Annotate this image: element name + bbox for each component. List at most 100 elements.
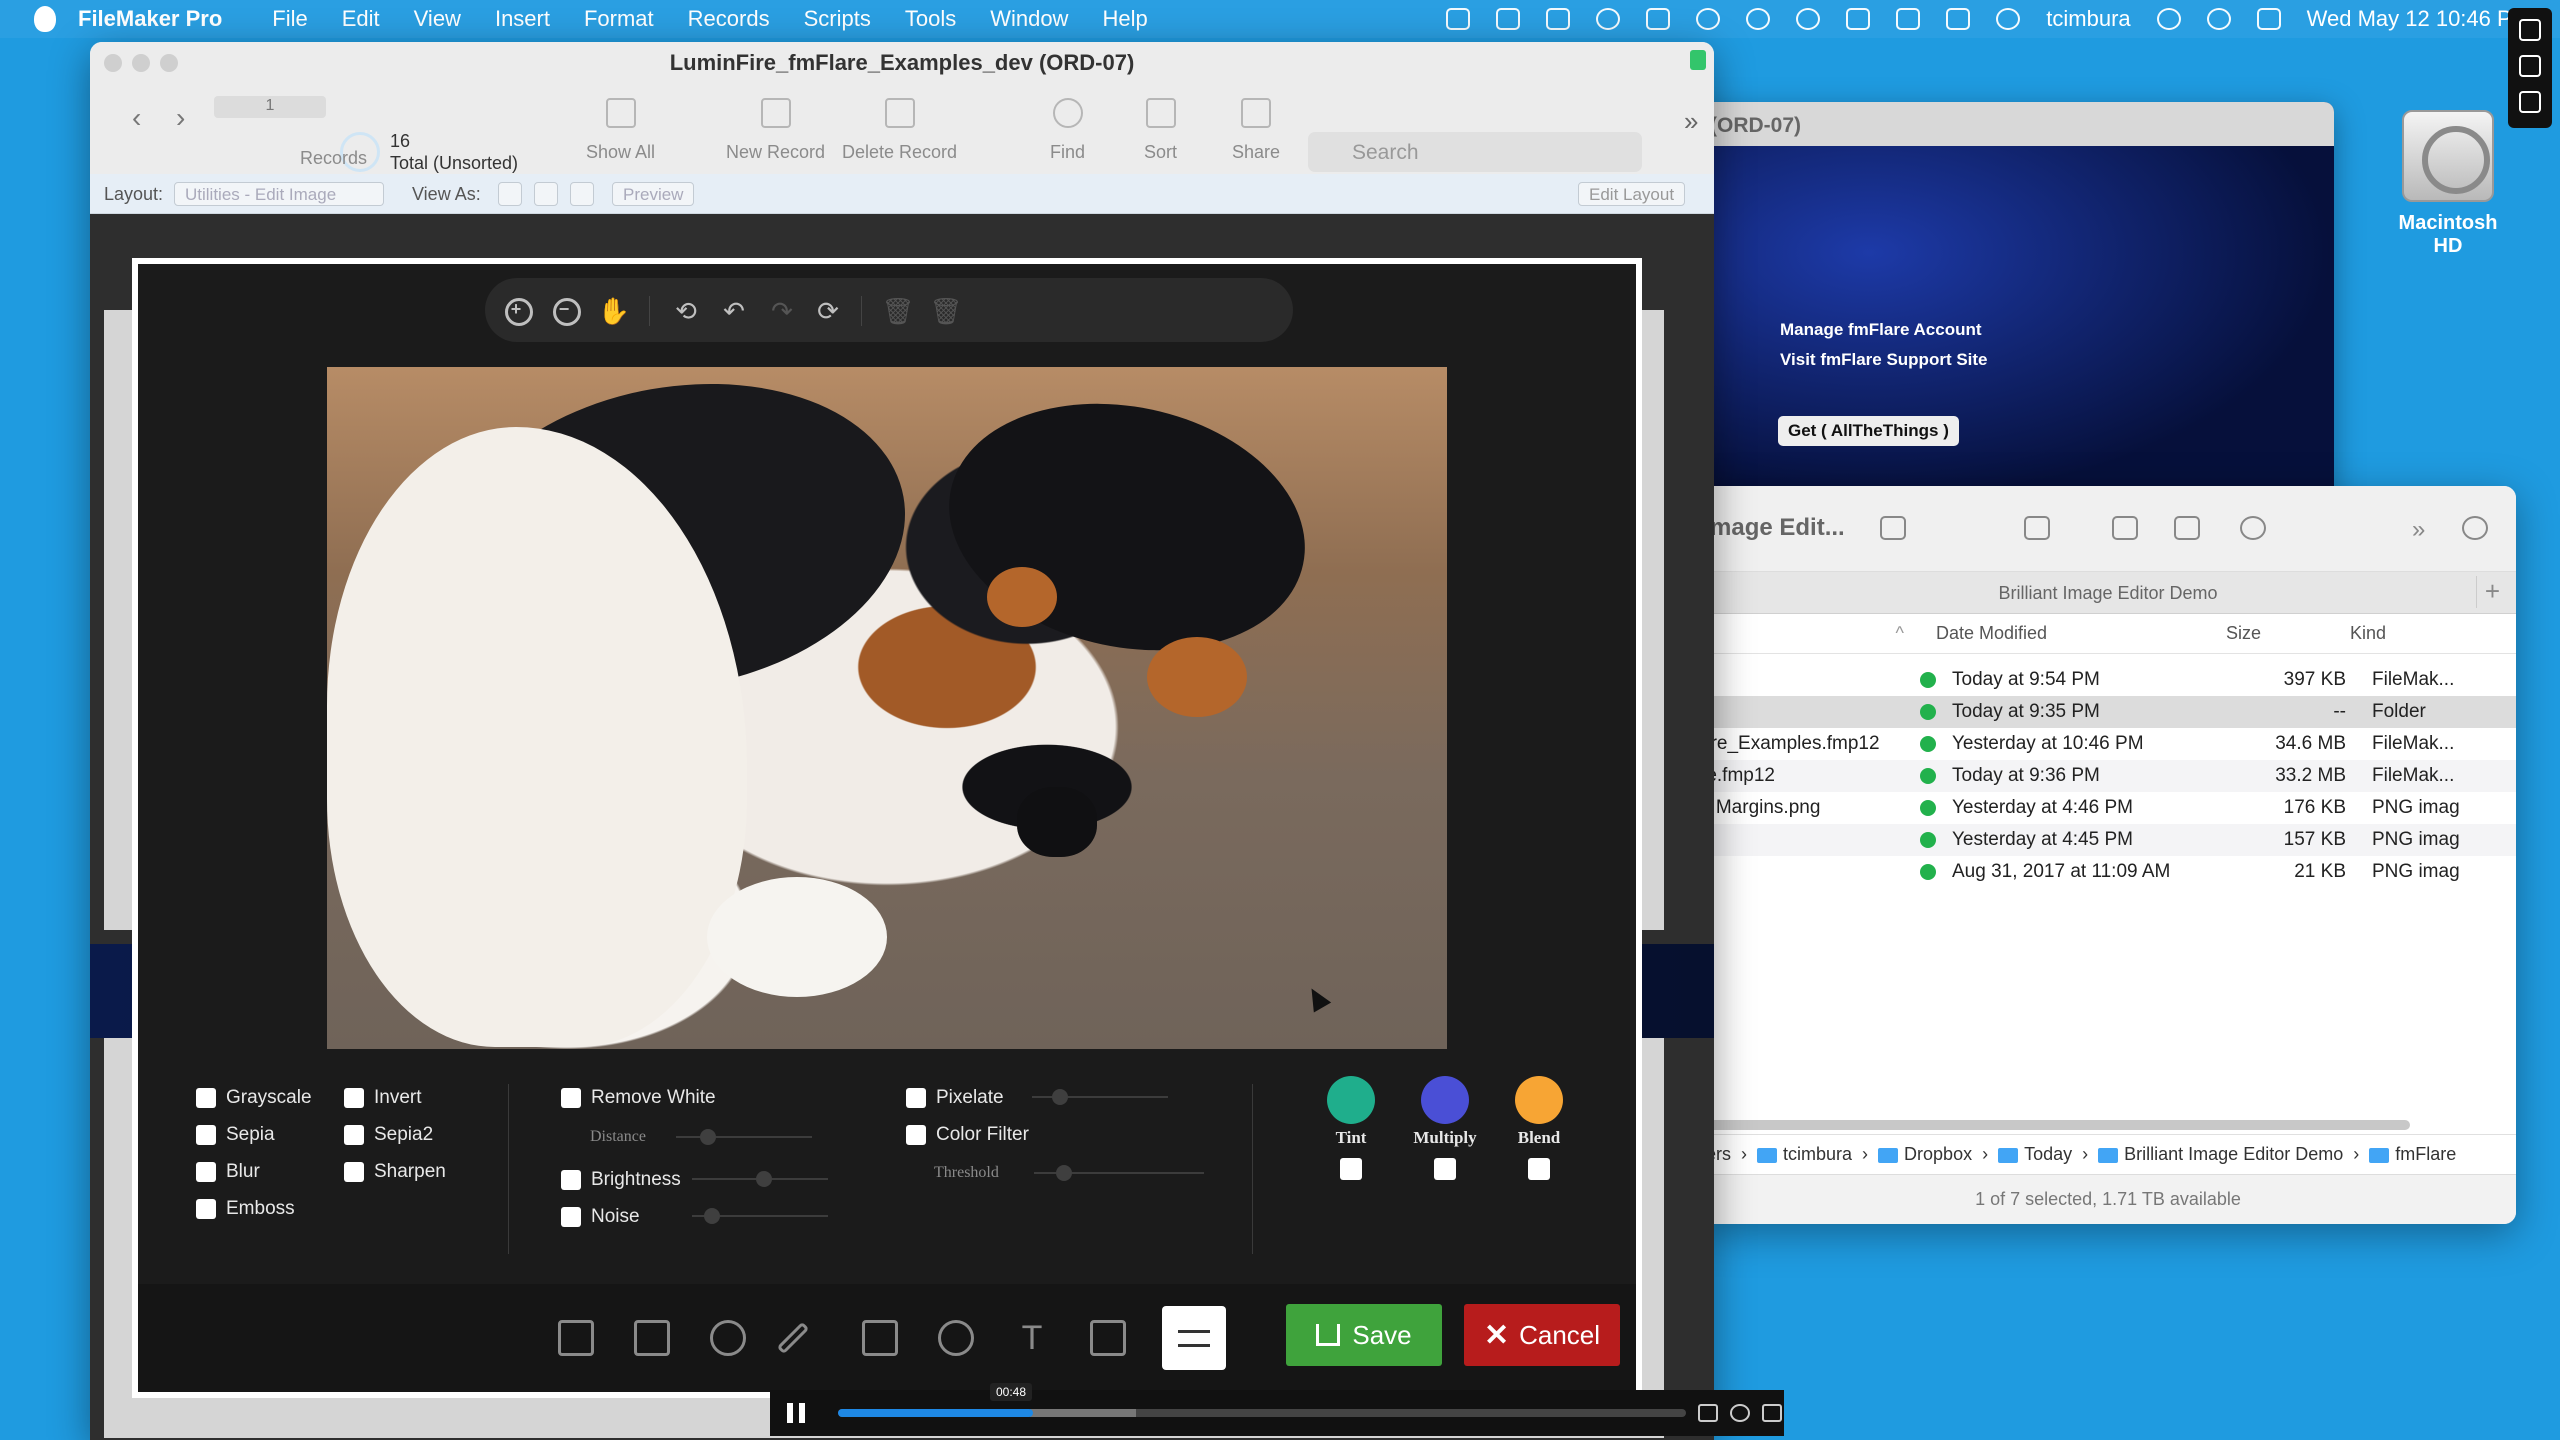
rotate-icon[interactable]	[710, 1320, 746, 1356]
show-all-button[interactable]: Show All	[586, 92, 655, 163]
do-not-disturb-icon[interactable]	[1596, 8, 1621, 30]
remove-white-checkbox[interactable]: Remove White	[561, 1087, 716, 1109]
noise-slider[interactable]	[692, 1208, 828, 1224]
password-icon[interactable]	[1696, 8, 1721, 30]
distance-slider[interactable]	[676, 1129, 812, 1145]
blur-checkbox[interactable]: Blur	[196, 1161, 260, 1183]
new-record-button[interactable]: New Record	[726, 92, 825, 163]
blend-swatch[interactable]: Blend	[1504, 1076, 1574, 1180]
multiply-color[interactable]	[1421, 1076, 1469, 1124]
redo-icon[interactable]: ↷	[765, 294, 799, 328]
pause-button[interactable]	[774, 1395, 818, 1431]
new-tab-button[interactable]: +	[2476, 576, 2508, 608]
flame-icon[interactable]	[1746, 8, 1771, 30]
menu-insert[interactable]: Insert	[495, 6, 550, 32]
sharpen-checkbox[interactable]: Sharpen	[344, 1161, 446, 1183]
list-item[interactable]: Today at 9:54 PM 397 KB FileMak...	[1700, 664, 2516, 696]
desktop-drive[interactable]: Macintosh HD	[2388, 110, 2508, 258]
emboss-checkbox[interactable]: Emboss	[196, 1198, 295, 1220]
share-icon[interactable]	[2112, 516, 2138, 540]
menu-window[interactable]: Window	[990, 6, 1068, 32]
zoom-out-icon[interactable]: −	[549, 294, 583, 328]
finder-tab[interactable]: Brilliant Image Editor Demo +	[1700, 572, 2516, 614]
list-item[interactable]: re.fmp12 Today at 9:36 PM 33.2 MB FileMak..…	[1700, 760, 2516, 792]
moon-icon[interactable]	[1796, 8, 1821, 30]
col-kind[interactable]: Kind	[2350, 623, 2460, 644]
edit-layout-button[interactable]: Edit Layout	[1578, 182, 1686, 206]
apple-icon[interactable]	[34, 6, 56, 32]
menu-records[interactable]: Records	[688, 6, 770, 32]
path-item[interactable]: Today	[1998, 1144, 2072, 1165]
color-filter-checkbox[interactable]: Color Filter	[906, 1124, 1029, 1146]
text-icon[interactable]: T	[1014, 1320, 1050, 1356]
menu-scripts[interactable]: Scripts	[804, 6, 871, 32]
blend-color[interactable]	[1515, 1076, 1563, 1124]
undo-icon[interactable]: ↶	[717, 294, 751, 328]
blend-checkbox[interactable]	[1528, 1158, 1550, 1180]
menu-app-name[interactable]: FileMaker Pro	[78, 6, 222, 32]
screen-record-icon[interactable]	[1496, 8, 1521, 30]
finder-search-icon[interactable]	[2462, 516, 2488, 540]
menu-clock[interactable]: Wed May 12 10:46 PM	[2307, 6, 2530, 32]
draw-icon[interactable]	[776, 1321, 810, 1355]
tag-icon[interactable]	[2174, 516, 2200, 540]
delete-record-button[interactable]: Delete Record	[842, 92, 957, 163]
get-all-things-button[interactable]: Get ( AllTheThings )	[1778, 416, 1959, 446]
noise-checkbox[interactable]: Noise	[561, 1206, 640, 1228]
multiply-swatch[interactable]: Multiply	[1410, 1076, 1480, 1180]
pixelate-slider[interactable]	[1032, 1089, 1168, 1105]
time-machine-icon[interactable]	[2156, 8, 2181, 30]
delete-all-icon[interactable]: 🗑	[929, 294, 963, 328]
shape-icon[interactable]	[862, 1320, 898, 1356]
name-sort-icon[interactable]: ^	[1700, 623, 1920, 644]
sepia2-checkbox[interactable]: Sepia2	[344, 1124, 433, 1146]
toolbar-overflow-icon[interactable]: »	[1684, 106, 1698, 137]
history-icon[interactable]: ⟲	[669, 294, 703, 328]
hand-pan-icon[interactable]: ✋	[597, 294, 631, 328]
threshold-slider[interactable]	[1034, 1165, 1204, 1181]
find-button[interactable]: Find	[1050, 92, 1085, 163]
previous-record-icon[interactable]: ‹	[132, 102, 141, 134]
sort-button[interactable]: Sort	[1144, 92, 1177, 163]
list-item[interactable]: Today at 9:35 PM -- Folder	[1700, 696, 2516, 728]
brightness-slider[interactable]	[692, 1171, 828, 1187]
col-date-modified[interactable]: Date Modified	[1920, 623, 2210, 644]
star-icon[interactable]	[938, 1320, 974, 1356]
filter-icon[interactable]	[1162, 1306, 1226, 1370]
menu-view[interactable]: View	[414, 6, 461, 32]
path-item[interactable]: tcimbura	[1757, 1144, 1852, 1165]
brightness-checkbox[interactable]: Brightness	[561, 1169, 681, 1191]
preview-button[interactable]: Preview	[612, 182, 695, 206]
spotlight-icon[interactable]	[2206, 8, 2231, 30]
bluetooth-icon[interactable]	[1896, 8, 1921, 30]
grayscale-checkbox[interactable]: Grayscale	[196, 1087, 312, 1109]
layers-icon[interactable]	[2519, 55, 2541, 77]
support-site-link[interactable]: Visit fmFlare Support Site	[1780, 350, 1988, 370]
col-size[interactable]: Size	[2210, 623, 2350, 644]
clock-icon[interactable]	[2519, 19, 2541, 41]
form-view-icon[interactable]	[498, 182, 522, 206]
list-view-icon[interactable]	[534, 182, 558, 206]
zoom-window-button[interactable]	[160, 54, 178, 72]
current-record-field[interactable]: 1	[214, 96, 326, 118]
volume-icon[interactable]	[1698, 1404, 1718, 1422]
list-view-icon[interactable]	[1880, 516, 1906, 540]
fullscreen-icon[interactable]	[1762, 1404, 1782, 1422]
minimize-window-button[interactable]	[132, 54, 150, 72]
share-button[interactable]: Share	[1232, 92, 1280, 163]
zoom-in-icon[interactable]: +	[501, 294, 535, 328]
path-item[interactable]: Dropbox	[1878, 1144, 1972, 1165]
wifi-icon[interactable]	[1996, 8, 2021, 30]
list-item[interactable]: e Margins.png Yesterday at 4:46 PM 176 KB P…	[1700, 792, 2516, 824]
manage-account-link[interactable]: Manage fmFlare Account	[1780, 320, 1982, 340]
flip-icon[interactable]	[634, 1320, 670, 1356]
path-item[interactable]: fmFlare	[2369, 1144, 2456, 1165]
menu-edit[interactable]: Edit	[342, 6, 380, 32]
path-item[interactable]: Brilliant Image Editor Demo	[2098, 1144, 2343, 1165]
invert-checkbox[interactable]: Invert	[344, 1087, 422, 1109]
group-icon[interactable]	[2024, 516, 2050, 540]
multiply-checkbox[interactable]	[1434, 1158, 1456, 1180]
mask-icon[interactable]	[1090, 1320, 1126, 1356]
list-item[interactable]: Yesterday at 4:45 PM 157 KB PNG imag	[1700, 824, 2516, 856]
dog-photo[interactable]	[327, 367, 1447, 1049]
